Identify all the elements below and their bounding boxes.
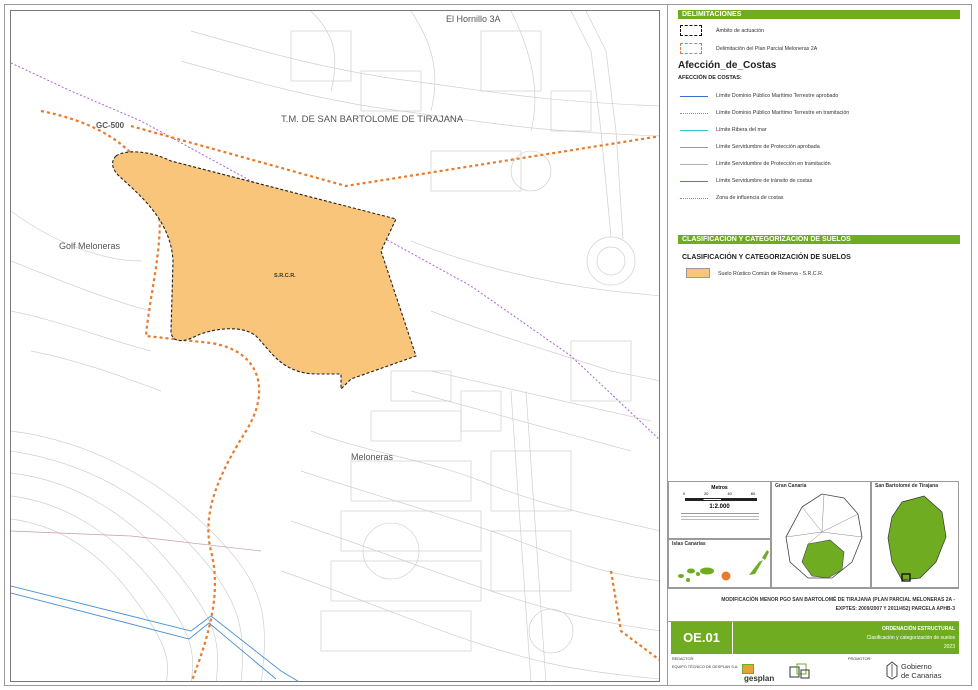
redactor-label: REDACTOR: [672,657,695,661]
label-meloneras: Meloneras [351,452,394,462]
coast-legend-item: Límite Servidumbre de Protección en tram… [678,160,958,170]
scale-tick-40: 40 [727,492,732,496]
bar-clasificacion: CLASIFICACIÓN Y CATEGORIZACIÓN DE SUELOS [678,235,960,244]
ambito-label: Ámbito de actuación [716,28,764,34]
coast-legend-swatch [680,181,708,182]
scale-title: Metros [711,485,728,491]
label-el-hornillo: El Hornillo 3A [446,14,501,24]
legend-plan-parcial: Delimitación del Plan Parcial Meloneras … [678,42,958,56]
plan-parcial-swatch [680,43,702,54]
plan-year: 2023 [943,644,955,650]
label-golf-meloneras: Golf Meloneras [59,241,121,251]
coast-legend-item: Límite Servidumbre de Protección aprobad… [678,143,958,153]
gobierno-line-2: de Canarias [901,671,942,680]
scale-tick-80: 80 [750,492,755,496]
water-channel [11,585,299,681]
coast-legend-swatch [680,96,708,97]
scale-ticks: 0 20 40 80 [683,492,755,496]
gran-canaria-map [785,493,863,579]
coast-legend-item: Límite Dominio Público Marítimo Terrestr… [678,92,958,102]
coast-legend-label: Límite Dominio Público Marítimo Terrestr… [716,93,839,99]
coast-legend-item: Límite Ribera del mar [678,126,958,136]
map-canvas [11,11,659,681]
credits-block: REDACTOR: EQUIPO TÉCNICO DE GESPLAN S.A.… [668,654,959,686]
plan-code: OE.01 [671,622,733,654]
srcr-swatch [686,268,710,278]
scale-tick-0: 0 [683,492,686,496]
scale-inset: Metros 0 20 40 80 1:2.000 [668,481,771,539]
san-bartolome-map [887,495,947,582]
coast-legend-label: Zona de influencia de costas [716,195,784,201]
srcr-label: Suelo Rústico Común de Reserva - S.R.C.R… [718,271,824,277]
coast-legend-item: Límite Dominio Público Marítimo Terrestr… [678,109,958,119]
islas-canarias-map [678,550,769,582]
gobierno-canarias-crest-icon [886,661,898,680]
title-block: MODIFICACIÓN MENOR PGO SAN BARTOLOMÉ DE … [668,588,959,622]
legend-ambito: Ámbito de actuación [678,24,958,38]
scale-note-line-3 [681,519,759,520]
gran-canaria-inset: Gran Canaria [771,481,871,588]
label-road-gc500: GC-500 [96,121,125,130]
coast-legend-label: Límite Servidumbre de Protección en tram… [716,161,831,167]
coast-legend-item: Zona de influencia de costas [678,194,958,204]
coast-legend-swatch [680,147,708,148]
coast-legend-item: Límite Servidumbre de tránsito de costas [678,177,958,187]
islas-canarias-inset: Islas Canarias [668,539,771,588]
title-line-1: MODIFICACIÓN MENOR PGO SAN BARTOLOMÉ DE … [721,597,955,603]
title-line-2: EXPTES: 2009/2007 Y 2011/452) PARCELA AP… [835,606,955,612]
afeccion-subtitle: AFECCIÓN DE COSTAS: [678,75,742,81]
coast-legend-swatch [680,164,708,165]
gesplan-wordmark: gesplan [744,674,775,683]
afeccion-title: Afección_de_Costas [678,60,777,71]
scale-tick-20: 20 [704,492,709,496]
gobierno-line-1: Gobierno [901,662,932,671]
coast-legend-swatch [680,198,708,199]
coast-legend-swatch [680,130,708,131]
coast-legend-label: Límite Ribera del mar [716,127,767,133]
plan-subtitle: Clasificación y categorización de suelos [866,635,955,641]
label-srcr: S.R.C.R. [274,273,296,279]
promotor-label: PROMOTOR: [848,657,872,661]
ordenacion-label: ORDENACIÓN ESTRUCTURAL [881,626,955,632]
plan-parcial-label: Delimitación del Plan Parcial Meloneras … [716,46,818,52]
label-municipality: T.M. DE SAN BARTOLOME DE TIRAJANA [281,114,464,125]
coast-legend-swatch [680,113,708,114]
coast-legend-label: Límite Servidumbre de Protección aprobad… [716,144,820,150]
coast-legend-label: Límite Dominio Público Marítimo Terrestr… [716,110,850,116]
gesplan-logo-icon [742,664,754,674]
scale-note-line [681,513,759,514]
pink-boundary-line [11,530,262,552]
coast-legend-label: Límite Servidumbre de tránsito de costas [716,178,813,184]
bar-delimitaciones: DELIMITACIONES [678,10,960,19]
ambito-swatch [680,25,702,36]
redactor-name: EQUIPO TÉCNICO DE GESPLAN S.A. [672,665,739,669]
scale-note-line-2 [681,516,759,517]
consultancy-logo-icon [789,663,810,679]
srcr-parcel[interactable] [112,151,417,391]
san-bartolome-inset: San Bartolomé de Tirajana [871,481,959,588]
plan-code-block: OE.01 ORDENACIÓN ESTRUCTURAL Clasificaci… [671,622,959,654]
scale-ratio: 1:2.000 [709,504,730,510]
legend-suelo-srcr: Suelo Rústico Común de Reserva - S.R.C.R… [678,267,958,279]
map-frame[interactable]: El Hornillo 3A T.M. DE SAN BARTOLOME DE … [10,10,660,682]
scale-bar [685,498,757,501]
legend-panel: DELIMITACIONES Ámbito de actuación Delim… [667,4,968,686]
clasificacion-title: CLASIFICACIÓN Y CATEGORIZACIÓN DE SUELOS [682,254,851,261]
